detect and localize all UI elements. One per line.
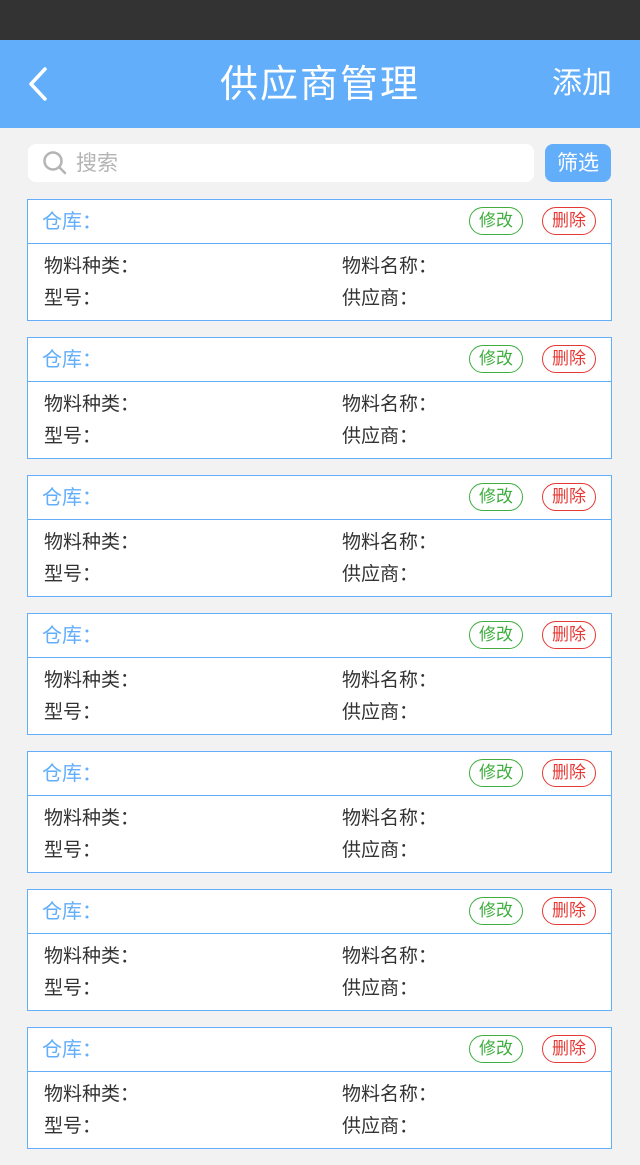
- delete-button[interactable]: 删除: [542, 1035, 596, 1063]
- material-type-label: 物料种类：: [44, 945, 140, 967]
- edit-button[interactable]: 修改: [469, 345, 523, 373]
- material-name-label: 物料名称：: [342, 1083, 438, 1105]
- search-input[interactable]: [76, 151, 534, 175]
- card-body: 物料种类： 物料名称： 型号： 供应商：: [28, 658, 611, 734]
- material-type-label: 物料种类：: [44, 531, 140, 553]
- nav-bar: 供应商管理 添加: [0, 40, 640, 128]
- card-body: 物料种类： 物料名称： 型号： 供应商：: [28, 796, 611, 872]
- material-name-label: 物料名称：: [342, 807, 438, 829]
- page-title: 供应商管理: [219, 62, 420, 106]
- edit-button[interactable]: 修改: [469, 483, 523, 511]
- warehouse-label: 仓库：: [42, 1037, 102, 1061]
- material-name-label: 物料名称：: [342, 255, 438, 277]
- delete-button[interactable]: 删除: [542, 345, 596, 373]
- card-body: 物料种类： 物料名称： 型号： 供应商：: [28, 520, 611, 596]
- card-header: 仓库： 修改 删除: [28, 614, 611, 658]
- material-type-label: 物料种类：: [44, 669, 140, 691]
- supplier-card: 仓库： 修改 删除 物料种类： 物料名称： 型号： 供应商：: [27, 337, 612, 459]
- search-icon: [42, 150, 68, 176]
- card-body: 物料种类： 物料名称： 型号： 供应商：: [28, 382, 611, 458]
- warehouse-label: 仓库：: [42, 623, 102, 647]
- delete-button[interactable]: 删除: [542, 759, 596, 787]
- supplier-card: 仓库： 修改 删除 物料种类： 物料名称： 型号： 供应商：: [27, 613, 612, 735]
- card-header: 仓库： 修改 删除: [28, 338, 611, 382]
- supplier-card: 仓库： 修改 删除 物料种类： 物料名称： 型号： 供应商：: [27, 751, 612, 873]
- warehouse-label: 仓库：: [42, 899, 102, 923]
- card-header: 仓库： 修改 删除: [28, 476, 611, 520]
- back-button[interactable]: [18, 62, 58, 106]
- material-name-label: 物料名称：: [342, 531, 438, 553]
- model-label: 型号：: [44, 287, 102, 309]
- chevron-left-icon: [29, 67, 47, 101]
- material-name-label: 物料名称：: [342, 669, 438, 691]
- card-body: 物料种类： 物料名称： 型号： 供应商：: [28, 934, 611, 1010]
- edit-button[interactable]: 修改: [469, 897, 523, 925]
- warehouse-label: 仓库：: [42, 761, 102, 785]
- card-header: 仓库： 修改 删除: [28, 200, 611, 244]
- supplier-label: 供应商：: [342, 977, 419, 999]
- material-type-label: 物料种类：: [44, 255, 140, 277]
- filter-button[interactable]: 筛选: [545, 144, 611, 182]
- warehouse-label: 仓库：: [42, 347, 102, 371]
- delete-button[interactable]: 删除: [542, 207, 596, 235]
- edit-button[interactable]: 修改: [469, 621, 523, 649]
- material-name-label: 物料名称：: [342, 945, 438, 967]
- search-bar: [28, 144, 534, 182]
- material-name-label: 物料名称：: [342, 393, 438, 415]
- model-label: 型号：: [44, 701, 102, 723]
- model-label: 型号：: [44, 1115, 102, 1137]
- supplier-card: 仓库： 修改 删除 物料种类： 物料名称： 型号： 供应商：: [27, 1027, 612, 1149]
- delete-button[interactable]: 删除: [542, 483, 596, 511]
- supplier-card: 仓库： 修改 删除 物料种类： 物料名称： 型号： 供应商：: [27, 475, 612, 597]
- warehouse-label: 仓库：: [42, 209, 102, 233]
- warehouse-label: 仓库：: [42, 485, 102, 509]
- card-body: 物料种类： 物料名称： 型号： 供应商：: [28, 1072, 611, 1148]
- supplier-label: 供应商：: [342, 701, 419, 723]
- card-header: 仓库： 修改 删除: [28, 752, 611, 796]
- material-type-label: 物料种类：: [44, 807, 140, 829]
- card-header: 仓库： 修改 删除: [28, 1028, 611, 1072]
- edit-button[interactable]: 修改: [469, 207, 523, 235]
- delete-button[interactable]: 删除: [542, 621, 596, 649]
- add-button[interactable]: 添加: [552, 40, 612, 128]
- edit-button[interactable]: 修改: [469, 759, 523, 787]
- supplier-card: 仓库： 修改 删除 物料种类： 物料名称： 型号： 供应商：: [27, 889, 612, 1011]
- material-type-label: 物料种类：: [44, 1083, 140, 1105]
- delete-button[interactable]: 删除: [542, 897, 596, 925]
- card-header: 仓库： 修改 删除: [28, 890, 611, 934]
- model-label: 型号：: [44, 977, 102, 999]
- status-bar: [0, 0, 640, 40]
- model-label: 型号：: [44, 839, 102, 861]
- material-type-label: 物料种类：: [44, 393, 140, 415]
- edit-button[interactable]: 修改: [469, 1035, 523, 1063]
- supplier-list: 仓库： 修改 删除 物料种类： 物料名称： 型号： 供应商： 仓库： 修改 删除…: [27, 199, 612, 1165]
- supplier-card: 仓库： 修改 删除 物料种类： 物料名称： 型号： 供应商：: [27, 199, 612, 321]
- model-label: 型号：: [44, 563, 102, 585]
- supplier-label: 供应商：: [342, 1115, 419, 1137]
- supplier-label: 供应商：: [342, 287, 419, 309]
- card-body: 物料种类： 物料名称： 型号： 供应商：: [28, 244, 611, 320]
- supplier-label: 供应商：: [342, 839, 419, 861]
- supplier-label: 供应商：: [342, 425, 419, 447]
- model-label: 型号：: [44, 425, 102, 447]
- supplier-label: 供应商：: [342, 563, 419, 585]
